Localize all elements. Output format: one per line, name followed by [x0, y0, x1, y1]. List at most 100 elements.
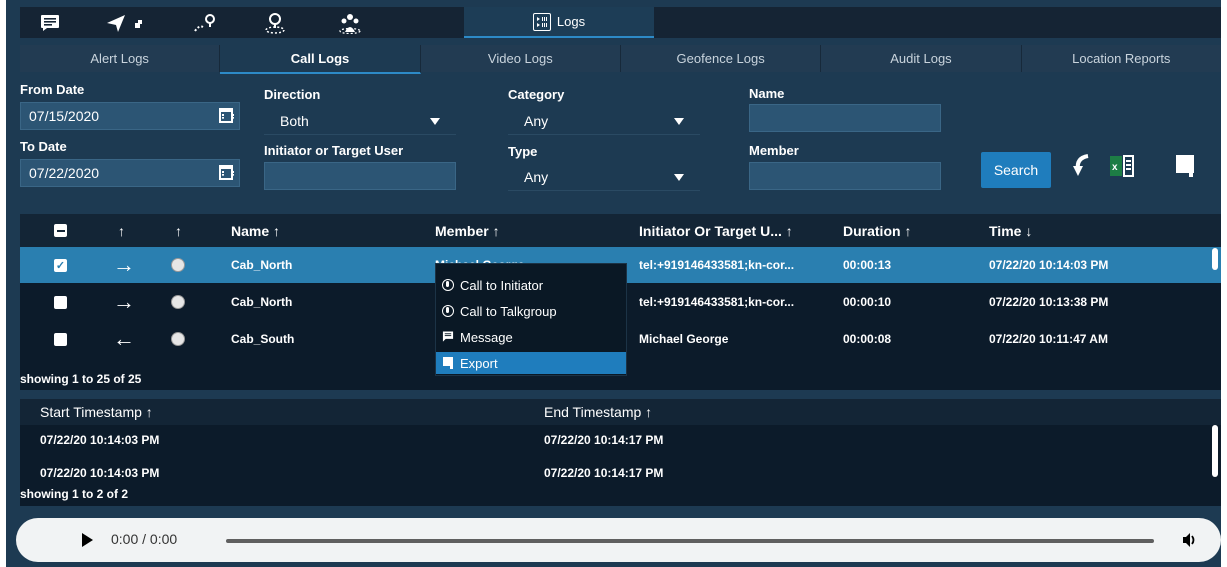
direction-value: Both	[280, 112, 309, 129]
search-button[interactable]: Search	[981, 152, 1051, 188]
tab-call-logs[interactable]: Call Logs	[220, 45, 421, 74]
time-cell: 07/22/20 10:13:38 PM	[989, 295, 1109, 309]
call-segments-table: Start Timestamp ↑ End Timestamp ↑ 07/22/…	[20, 399, 1221, 506]
direction-label: Direction	[264, 87, 321, 102]
menu-item-label: Message	[460, 329, 513, 345]
direction-select[interactable]: Both	[264, 107, 456, 135]
tab-location-reports[interactable]: Location Reports	[1021, 45, 1221, 72]
category-value: Any	[524, 112, 549, 129]
name-input[interactable]	[749, 104, 941, 132]
name-header[interactable]: Name ↑	[231, 214, 280, 247]
play-icon[interactable]	[82, 533, 93, 547]
start-timestamp-header[interactable]: Start Timestamp ↑	[40, 399, 153, 425]
member-header[interactable]: Member ↑	[435, 214, 500, 247]
initiator-header[interactable]: Initiator Or Target U... ↑	[639, 214, 793, 247]
chevron-down-icon	[674, 174, 684, 181]
tab-location[interactable]	[240, 7, 310, 38]
export-menu-item[interactable]: Export	[436, 352, 626, 374]
location-pin-icon	[265, 12, 285, 34]
table-pagination-info: showing 1 to 25 of 25	[20, 372, 142, 386]
calendar-icon[interactable]	[219, 165, 234, 180]
tab-map[interactable]	[170, 7, 240, 38]
to-date-value: 07/22/2020	[29, 165, 100, 181]
to-date-field[interactable]: 07/22/2020	[20, 159, 240, 187]
from-date-field[interactable]: 07/15/2020	[20, 102, 240, 130]
duration-cell: 00:00:08	[843, 332, 892, 346]
from-date-label: From Date	[20, 82, 85, 97]
tab-send[interactable]	[80, 7, 170, 38]
initiator-cell: tel:+919146433581;kn-cor...	[639, 295, 795, 309]
tab-audit-logs[interactable]: Audit Logs	[821, 45, 1022, 72]
name-cell: Cab_South	[231, 332, 295, 346]
duration-cell: 00:00:13	[843, 258, 892, 272]
name-cell: Cab_North	[231, 258, 293, 272]
menu-item-label: Call to Talkgroup	[460, 303, 557, 319]
outgoing-arrow-icon: →	[113, 289, 135, 314]
map-icon	[194, 13, 215, 32]
type-value: Any	[524, 168, 549, 185]
time-cell: 07/22/20 10:14:03 PM	[989, 258, 1109, 272]
type-select[interactable]: Any	[508, 163, 700, 191]
time-header[interactable]: Time ↓	[989, 214, 1032, 247]
export-icon[interactable]	[1174, 153, 1196, 179]
row-checkbox[interactable]: ✓	[54, 258, 67, 272]
type-header[interactable]: ↑	[175, 214, 182, 247]
from-date-value: 07/15/2020	[29, 108, 100, 124]
table-row[interactable]: 07/22/20 10:14:03 PM 07/22/20 10:14:17 P…	[20, 460, 1221, 486]
row-checkbox[interactable]	[54, 332, 67, 346]
end-timestamp-header[interactable]: End Timestamp ↑	[544, 399, 652, 425]
tab-video-logs[interactable]: Video Logs	[420, 45, 621, 72]
menu-item-label: Export	[460, 355, 498, 371]
direction-header[interactable]: ↑	[118, 214, 125, 247]
chat-icon	[41, 14, 59, 31]
segments-pagination-info: showing 1 to 2 of 2	[20, 487, 129, 501]
tab-chat[interactable]	[20, 7, 80, 38]
category-select[interactable]: Any	[508, 107, 700, 135]
table-scrollbar[interactable]	[1212, 248, 1218, 270]
message-menu-item[interactable]: Message	[436, 326, 626, 348]
time-cell: 07/22/20 10:11:47 AM	[989, 332, 1108, 346]
row-context-menu: Call to Initiator Call to Talkgroup Mess…	[435, 263, 627, 376]
user-icon	[171, 258, 185, 272]
log-type-tabs: Alert Logs Call Logs Video Logs Geofence…	[20, 45, 1221, 74]
type-label: Type	[508, 144, 538, 159]
logs-app: Logs Alert Logs Call Logs Video Logs Geo…	[6, 0, 1221, 567]
start-timestamp-cell: 07/22/20 10:14:03 PM	[40, 433, 160, 447]
playback-progress-bar[interactable]	[226, 539, 1154, 543]
top-nav-bar: Logs	[20, 7, 1221, 38]
playback-time: 0:00 / 0:00	[111, 531, 178, 547]
call-talkgroup-menu-item[interactable]: Call to Talkgroup	[436, 300, 626, 322]
chat-icon	[442, 331, 454, 343]
microphone-icon	[442, 279, 454, 291]
tab-logs[interactable]: Logs	[464, 7, 654, 38]
initiator-input[interactable]	[264, 162, 456, 190]
call-initiator-menu-item[interactable]: Call to Initiator	[436, 274, 626, 296]
name-label: Name	[749, 86, 785, 101]
duration-cell: 00:00:10	[843, 295, 892, 309]
user-icon	[171, 332, 185, 346]
reset-icon[interactable]	[1072, 152, 1094, 182]
category-label: Category	[508, 87, 565, 102]
calendar-icon[interactable]	[219, 108, 234, 123]
row-checkbox[interactable]	[54, 295, 67, 309]
tab-alert-logs[interactable]: Alert Logs	[20, 45, 221, 72]
tab-geofence-logs[interactable]: Geofence Logs	[620, 45, 822, 72]
table-row[interactable]: 07/22/20 10:14:03 PM 07/22/20 10:14:17 P…	[20, 427, 1221, 453]
group-icon	[339, 13, 361, 34]
microphone-icon	[442, 305, 454, 317]
duration-header[interactable]: Duration ↑	[843, 214, 911, 247]
incoming-arrow-icon: ←	[113, 326, 135, 351]
end-timestamp-cell: 07/22/20 10:14:17 PM	[544, 466, 664, 480]
send-icon	[107, 14, 142, 32]
chevron-down-icon	[430, 118, 440, 125]
excel-icon[interactable]: x	[1110, 154, 1136, 178]
segments-header: Start Timestamp ↑ End Timestamp ↑	[20, 399, 1221, 425]
initiator-cell: tel:+919146433581;kn-cor...	[639, 258, 795, 272]
volume-icon[interactable]	[1182, 532, 1198, 548]
name-cell: Cab_North	[231, 295, 293, 309]
select-all-checkbox[interactable]	[54, 214, 67, 247]
member-input[interactable]	[749, 162, 941, 190]
segments-scrollbar[interactable]	[1212, 425, 1218, 477]
tab-group[interactable]	[310, 7, 390, 38]
initiator-label: Initiator or Target User	[264, 143, 404, 158]
